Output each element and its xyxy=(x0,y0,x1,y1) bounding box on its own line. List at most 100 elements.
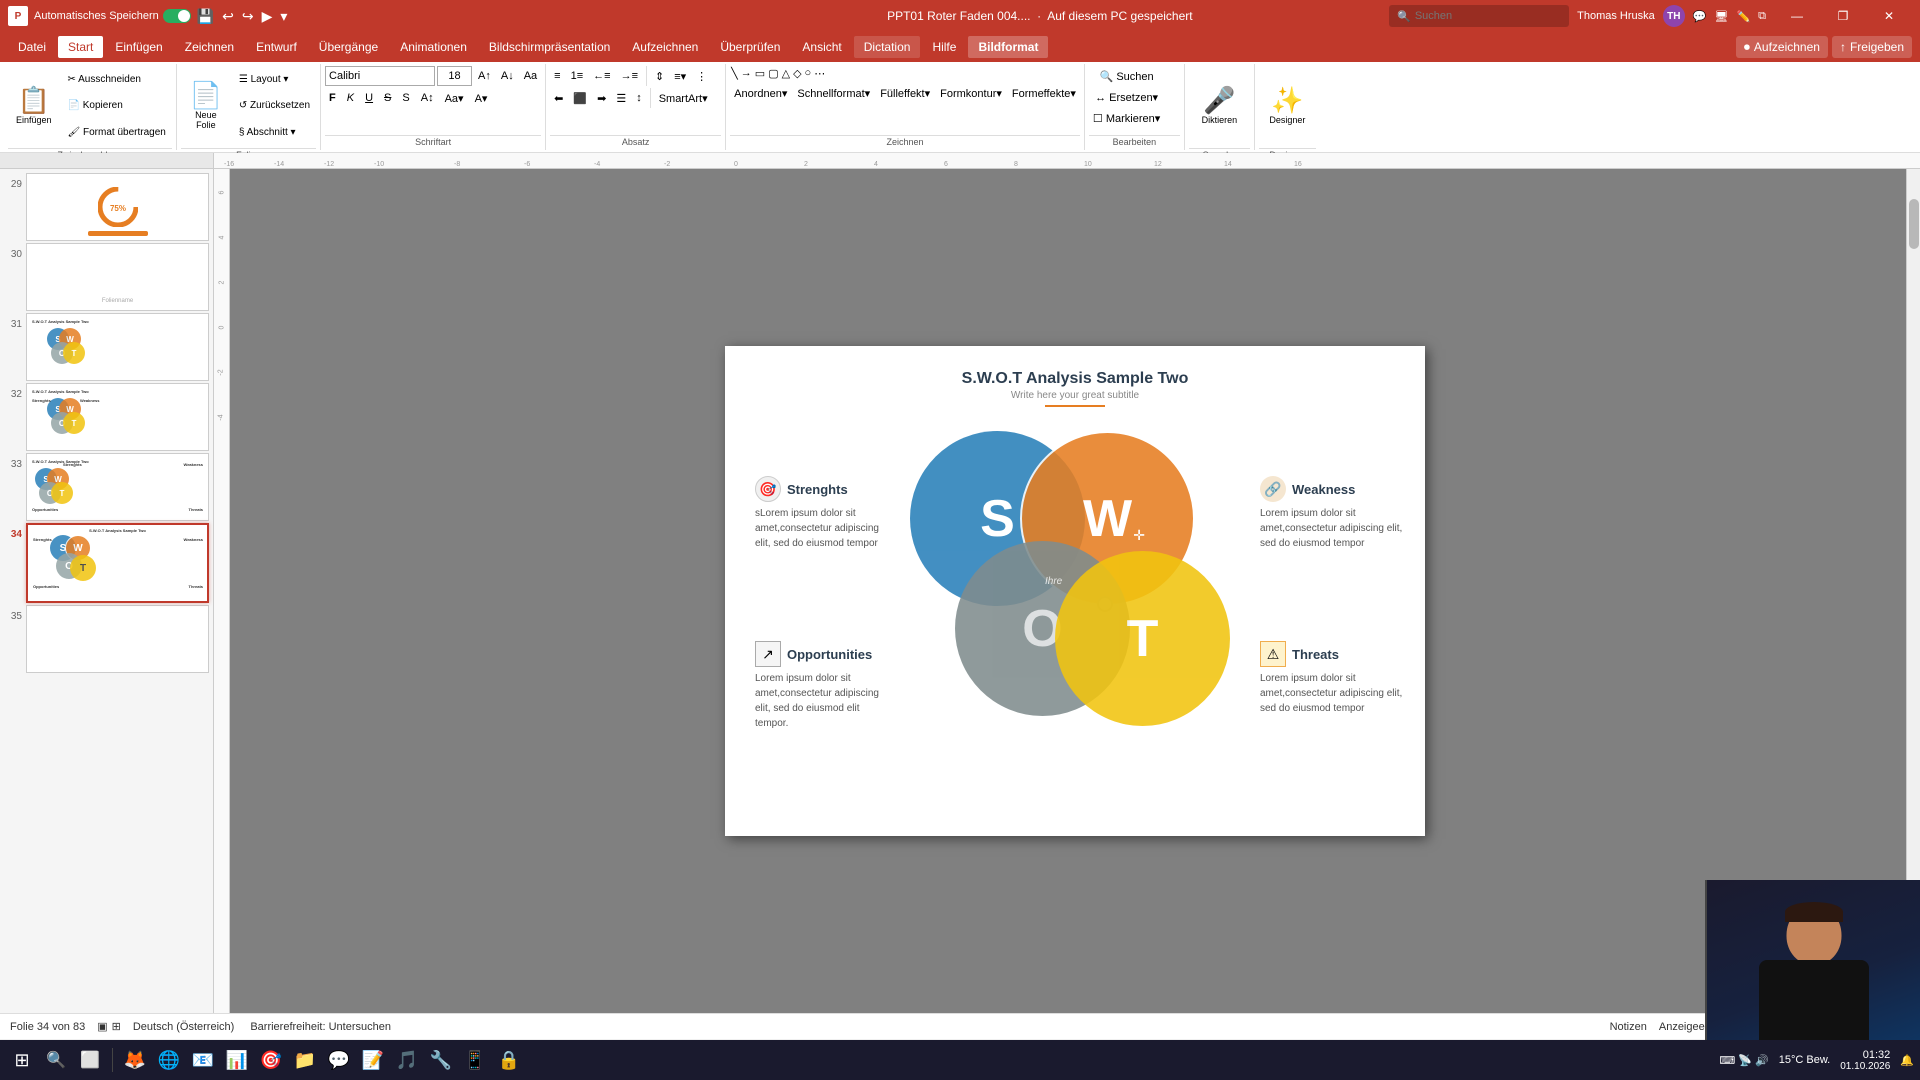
accessibility-label[interactable]: Barrierefreiheit: Untersuchen xyxy=(250,1021,391,1033)
present-btn[interactable]: 🖥 xyxy=(1714,10,1728,23)
taskbar-app9[interactable]: 🎵 xyxy=(391,1044,423,1076)
shadow-btn[interactable]: S xyxy=(398,88,413,108)
menu-hilfe[interactable]: Hilfe xyxy=(922,36,966,58)
menu-dictation[interactable]: Dictation xyxy=(854,36,921,58)
taskbar-app5[interactable]: 🎯 xyxy=(255,1044,287,1076)
circle-T[interactable]: T xyxy=(1055,551,1230,726)
anordnen-btn[interactable]: Anordnen▾ xyxy=(730,83,791,103)
start-btn[interactable]: ⊞ xyxy=(6,1044,38,1076)
shape-arrow[interactable]: → xyxy=(740,66,753,81)
ausschneiden-button[interactable]: ✂ Ausschneiden xyxy=(62,72,172,87)
taskbar-firefox[interactable]: 🦊 xyxy=(119,1044,151,1076)
undo-icon[interactable]: ↩ xyxy=(222,8,234,25)
shape-line[interactable]: ╲ xyxy=(730,66,739,81)
taskbar-app11[interactable]: 📱 xyxy=(459,1044,491,1076)
spacing-btn[interactable]: A↕ xyxy=(417,88,438,108)
canvas-area[interactable]: S.W.O.T Analysis Sample Two Write here y… xyxy=(230,169,1920,1013)
menu-uebergaenge[interactable]: Übergänge xyxy=(309,36,388,58)
indent-more-btn[interactable]: →≡ xyxy=(617,66,642,86)
taskview-btn[interactable]: ⬜ xyxy=(74,1044,106,1076)
menu-bildschirm[interactable]: Bildschirmpräsentation xyxy=(479,36,620,58)
notification-btn[interactable]: 🔔 xyxy=(1900,1054,1914,1067)
dropdown-icon[interactable]: ▾ xyxy=(280,8,287,25)
layout-button[interactable]: ☰ Layout ▾ xyxy=(233,72,316,87)
freigeben-button[interactable]: ↑ Freigeben xyxy=(1832,36,1912,58)
kopieren-button[interactable]: 📄 Kopieren xyxy=(62,98,172,113)
bold-btn[interactable]: F xyxy=(325,88,340,108)
align-justify-btn[interactable]: ☰ xyxy=(612,88,630,108)
fuelleffekt-btn[interactable]: Fülleffekt▾ xyxy=(876,83,934,103)
shape-diamond[interactable]: ◇ xyxy=(792,66,802,81)
slide-thumb-35[interactable]: 35 xyxy=(4,605,209,673)
menu-ansicht[interactable]: Ansicht xyxy=(792,36,851,58)
menu-einfuegen[interactable]: Einfügen xyxy=(105,36,172,58)
list-ordered-btn[interactable]: 1≡ xyxy=(567,66,588,86)
search-input[interactable] xyxy=(1415,10,1555,22)
einfuegen-button[interactable]: 📋 Einfügen xyxy=(8,66,60,146)
taskbar-teams[interactable]: 💬 xyxy=(323,1044,355,1076)
shape-more[interactable]: ⋯ xyxy=(813,66,826,81)
font-size-input[interactable] xyxy=(437,66,472,86)
clear-format-btn[interactable]: Aa xyxy=(520,66,541,86)
shape-circle[interactable]: ○ xyxy=(804,66,813,81)
taskbar-chrome[interactable]: 🌐 xyxy=(153,1044,185,1076)
menu-entwurf[interactable]: Entwurf xyxy=(246,36,307,58)
menu-ueberpruefen[interactable]: Überprüfen xyxy=(710,36,790,58)
menu-start[interactable]: Start xyxy=(58,36,103,58)
text-align-btn[interactable]: ≡▾ xyxy=(670,66,690,86)
underline-btn[interactable]: U xyxy=(361,88,377,108)
column-btn[interactable]: ⋮ xyxy=(692,66,711,86)
autosave-toggle[interactable]: Automatisches Speichern xyxy=(34,9,191,23)
text-direction-btn[interactable]: ⇕ xyxy=(651,66,668,86)
formeffekte-btn[interactable]: Formeffekte▾ xyxy=(1008,83,1080,103)
redo-icon[interactable]: ↪ xyxy=(242,8,254,25)
font-shrink-btn[interactable]: A↓ xyxy=(497,66,518,86)
present-icon[interactable]: ▶ xyxy=(262,8,273,25)
search-btn[interactable]: 🔍 xyxy=(40,1044,72,1076)
slide-thumb-32[interactable]: 32 S.W.O.T Analysis Sample Two S W O T S… xyxy=(4,383,209,451)
font-grow-btn[interactable]: A↑ xyxy=(474,66,495,86)
taskbar-app8[interactable]: 📝 xyxy=(357,1044,389,1076)
taskbar-app12[interactable]: 🔒 xyxy=(493,1044,525,1076)
notes-btn[interactable]: Notizen xyxy=(1610,1021,1647,1033)
taskbar-files[interactable]: 📁 xyxy=(289,1044,321,1076)
designer-button[interactable]: ✨ Designer xyxy=(1261,66,1313,146)
slide-thumb-29[interactable]: 29 75% xyxy=(4,173,209,241)
close-button[interactable]: ✕ xyxy=(1866,0,1912,32)
menu-aufzeichnen[interactable]: Aufzeichnen xyxy=(622,36,708,58)
aufzeichnen-button[interactable]: ⏺ Aufzeichnen xyxy=(1736,36,1828,58)
slide-sorter-icon[interactable]: ⊞ xyxy=(112,1020,121,1033)
normal-view-icon[interactable]: ▣ xyxy=(97,1020,107,1033)
taskbar-app10[interactable]: 🔧 xyxy=(425,1044,457,1076)
autosave-switch[interactable] xyxy=(163,9,191,23)
slide-thumb-31[interactable]: 31 S.W.O.T Analysis Sample Two S W O T xyxy=(4,313,209,381)
format-button[interactable]: 🖌 Format übertragen xyxy=(62,125,172,140)
align-center-btn[interactable]: ⬛ xyxy=(569,88,591,108)
suchen-btn[interactable]: 🔍 Suchen xyxy=(1089,66,1164,86)
neue-folie-button[interactable]: 📄 NeueFolie xyxy=(181,66,231,146)
align-left-btn[interactable]: ⬅ xyxy=(550,88,567,108)
restore-button[interactable]: ❐ xyxy=(1820,0,1866,32)
diktieren-button[interactable]: 🎤 Diktieren xyxy=(1194,66,1246,146)
align-right-btn[interactable]: ➡ xyxy=(593,88,610,108)
share-icon[interactable]: 💬 xyxy=(1693,10,1707,23)
menu-animationen[interactable]: Animationen xyxy=(390,36,477,58)
scrollbar-thumb-v[interactable] xyxy=(1909,199,1919,249)
italic-btn[interactable]: K xyxy=(343,88,358,108)
schnellformat-btn[interactable]: Schnellformat▾ xyxy=(793,83,874,103)
line-spacing-btn[interactable]: ↕ xyxy=(632,88,646,108)
shape-roundrect[interactable]: ▢ xyxy=(767,66,779,81)
zuruecksetzen-button[interactable]: ↺ Zurücksetzen xyxy=(233,98,316,113)
slide-thumb-30[interactable]: 30 Folienname xyxy=(4,243,209,311)
font-name-input[interactable] xyxy=(325,66,435,86)
slide-thumb-34[interactable]: 34 S.W.O.T Analysis Sample Two S W O T S… xyxy=(4,523,209,603)
restore-icon[interactable]: ⧉ xyxy=(1758,10,1766,23)
case-btn[interactable]: Aa▾ xyxy=(441,88,468,108)
markieren-btn[interactable]: ☐ Markieren▾ xyxy=(1089,108,1164,128)
formkontur-btn[interactable]: Formkontur▾ xyxy=(936,83,1006,103)
smartart-btn[interactable]: SmartArt▾ xyxy=(655,88,712,108)
edit-icon[interactable]: ✏️ xyxy=(1736,10,1750,23)
taskbar-ppt[interactable]: 📊 xyxy=(221,1044,253,1076)
font-color-btn[interactable]: A▾ xyxy=(471,88,492,108)
abschnitt-button[interactable]: § Abschnitt ▾ xyxy=(233,125,316,140)
